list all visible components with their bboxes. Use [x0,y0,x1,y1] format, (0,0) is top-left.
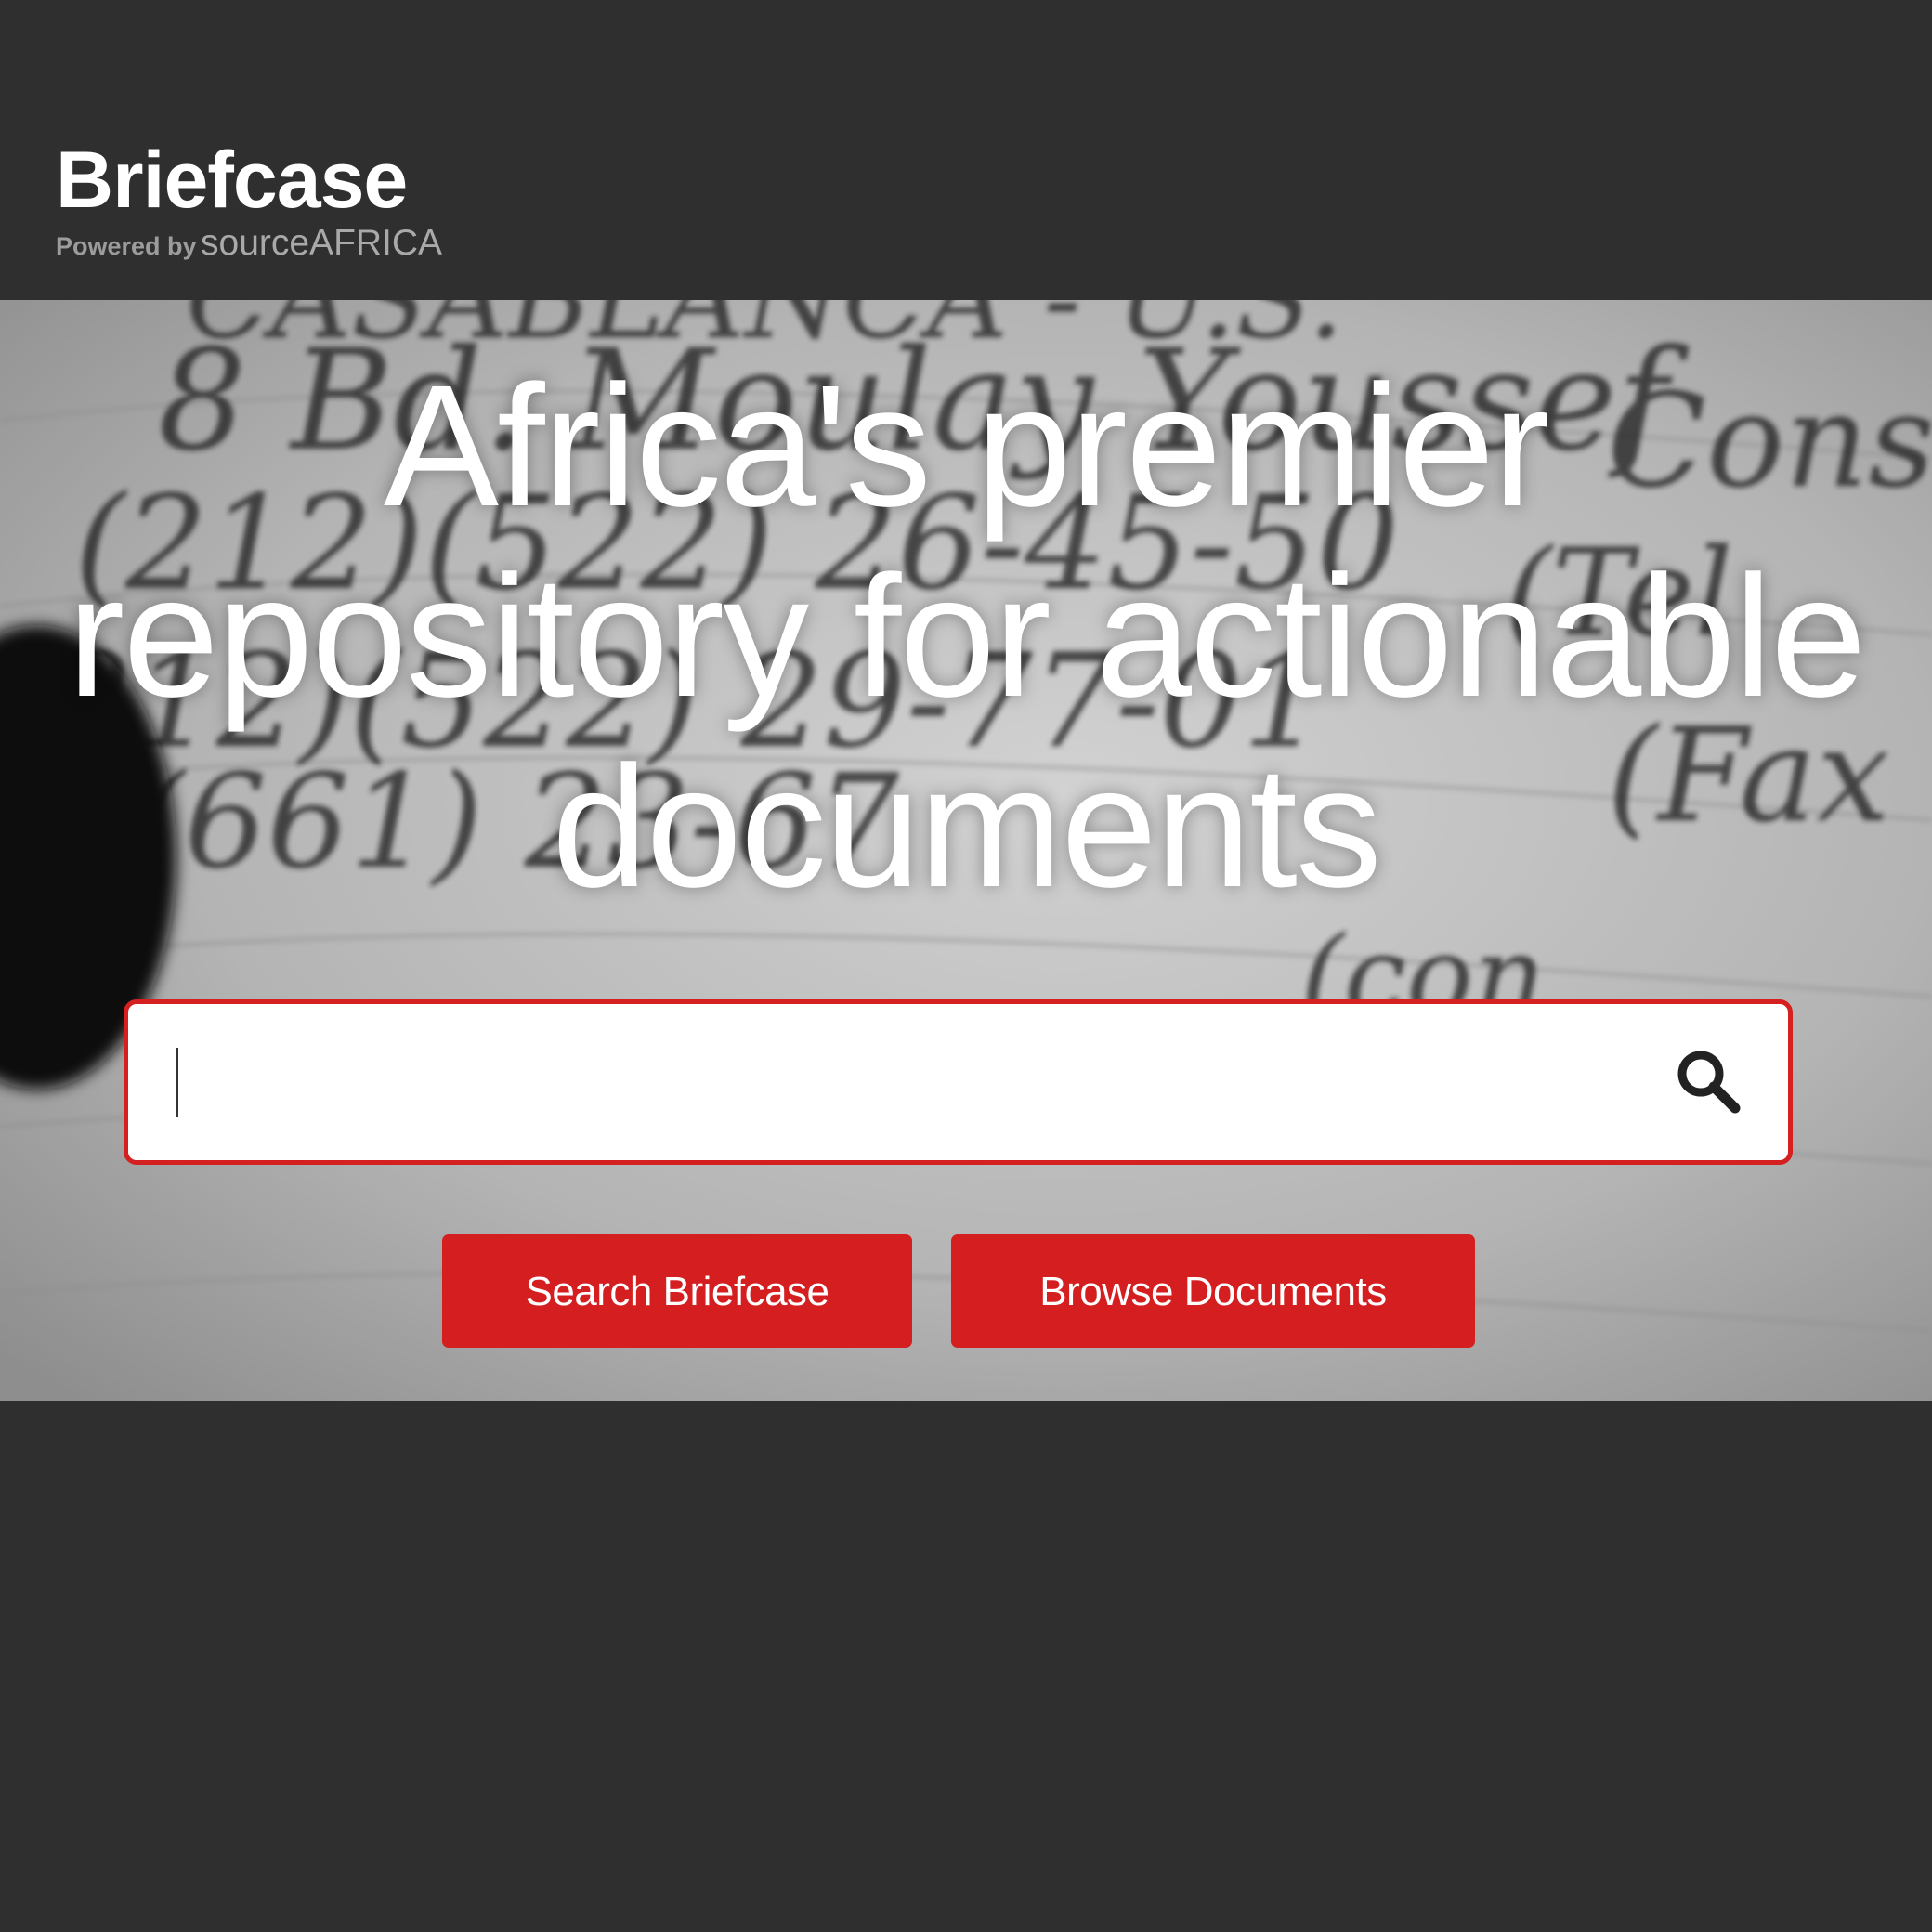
brand-title: Briefcase [56,136,408,225]
browse-documents-button[interactable]: Browse Documents [951,1234,1475,1348]
brand-logo[interactable]: Briefcase Powered by sourceAFRICA [56,137,442,264]
page-bottom-area [0,1401,1932,1932]
text-caret [176,1048,178,1117]
site-header: Briefcase Powered by sourceAFRICA [0,0,1932,300]
search-box[interactable] [124,999,1793,1165]
powered-by-label: Powered by [56,232,197,260]
brand-tagline: Powered by sourceAFRICA [56,223,442,264]
search-input[interactable] [165,1023,1651,1142]
search-icon[interactable] [1675,1048,1742,1115]
source-africa-label: sourceAFRICA [201,223,443,263]
search-briefcase-button[interactable]: Search Briefcase [442,1234,912,1348]
hero-section: CASABLANCA - U.S. 8 Bd. Moulay Youssef C… [0,300,1932,1401]
hero-headline: Africa's premier repository for actionab… [67,350,1866,923]
